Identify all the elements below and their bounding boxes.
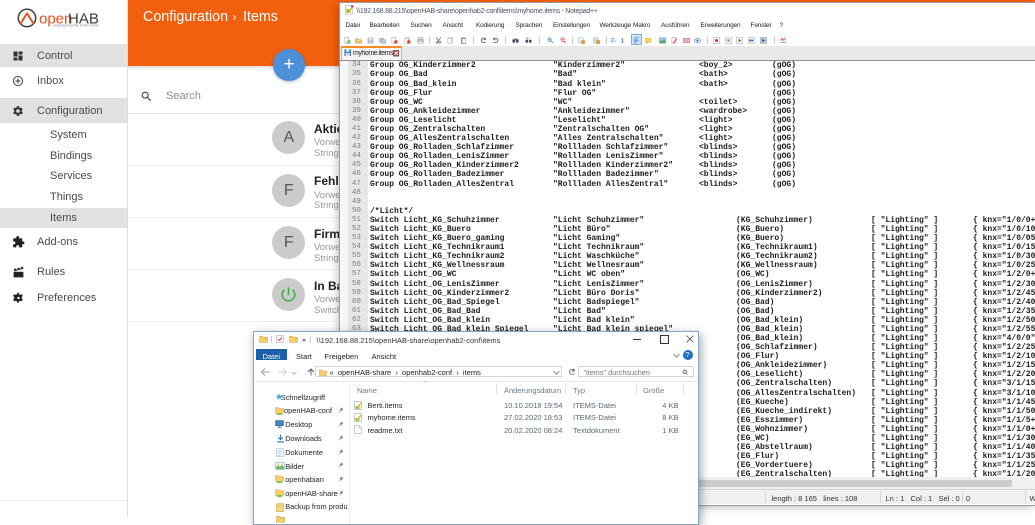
- svg-text:ab: ab: [526, 37, 529, 40]
- svg-text:empowering the smart home: empowering the smart home: [53, 24, 99, 28]
- svg-text:1: 1: [621, 38, 624, 43]
